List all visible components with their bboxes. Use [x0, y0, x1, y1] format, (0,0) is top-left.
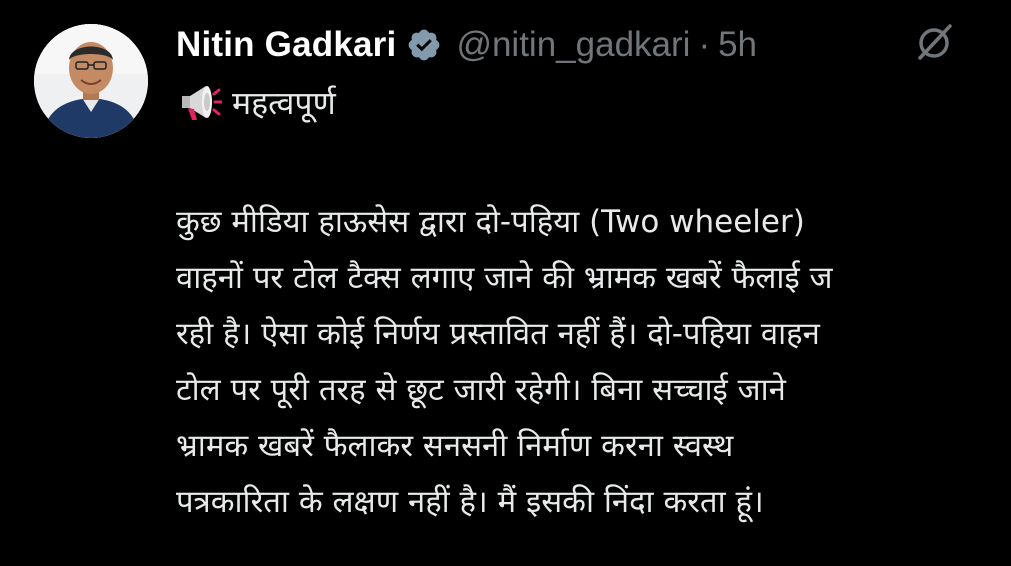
body-line: वाहनों पर टोल टैक्स लगाए जाने की भ्रामक … [176, 260, 833, 296]
verified-badge-icon [406, 27, 442, 63]
grok-icon[interactable] [912, 20, 956, 64]
author-name[interactable]: Nitin Gadkari [176, 25, 396, 65]
body-line: रही है। ऐसा कोई निर्णय प्रस्तावित नहीं ह… [176, 316, 820, 352]
body-line: टोल पर पूरी तरह से छूट जारी रहेगी। बिना … [176, 372, 786, 408]
tweet-header: Nitin Gadkari @nitin_gadkari · 5h [176, 20, 757, 70]
avatar-image [34, 24, 148, 138]
body-line: पत्रकारिता के लक्षण नहीं है। मैं इसकी नि… [176, 484, 764, 520]
tweet-body: कुछ मीडिया हाऊसेस द्वारा दो-पहिया (Two w… [176, 194, 1011, 530]
tweet-title: महत्वपूर्ण [176, 80, 336, 124]
tweet-timestamp[interactable]: 5h [718, 25, 757, 65]
dot-separator: · [698, 25, 711, 64]
author-handle[interactable]: @nitin_gadkari [456, 25, 690, 65]
title-text: महत्वपूर्ण [232, 83, 336, 122]
body-line: कुछ मीडिया हाऊसेस द्वारा दो-पहिया (Two w… [176, 204, 805, 240]
megaphone-icon [176, 80, 223, 124]
avatar[interactable] [34, 24, 148, 138]
body-line: भ्रामक खबरें फैलाकर सनसनी निर्माण करना स… [176, 428, 734, 464]
